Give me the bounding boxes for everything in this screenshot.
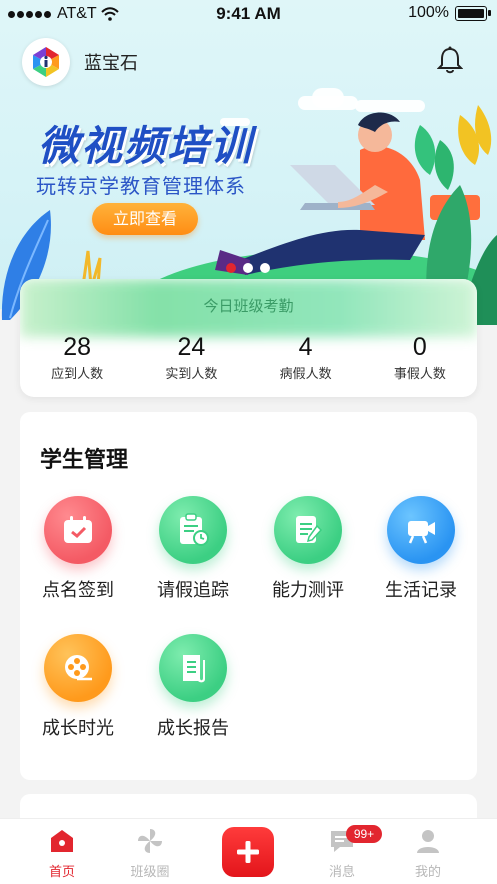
app-logo-icon[interactable] (22, 38, 70, 86)
plus-icon (237, 841, 259, 863)
report-scroll-icon (159, 634, 227, 702)
tab-home[interactable]: 首页 (22, 827, 102, 880)
growth-time-button[interactable]: 成长时光 (21, 634, 135, 740)
home-icon (51, 830, 73, 852)
calendar-check-icon (44, 496, 112, 564)
stat-label: 事假人数 (393, 367, 446, 382)
stat-label: 应到人数 (51, 367, 104, 382)
tab-label: 消息 (328, 865, 355, 880)
cloud-decoration (312, 88, 344, 108)
user-icon (417, 830, 439, 853)
tab-profile[interactable]: 我的 (388, 827, 468, 880)
pinwheel-icon (138, 829, 162, 853)
item-label: 成长报告 (157, 718, 229, 739)
battery-icon (455, 5, 491, 21)
student-management-card: 学生管理 点名签到 请假追踪 能力测评 生活记录 成长时光 成长报告 (20, 412, 477, 780)
camera-icon (387, 496, 455, 564)
item-label: 生活记录 (385, 580, 457, 601)
page-dot[interactable] (260, 263, 270, 273)
banner-headline: 微视频培训 (38, 122, 253, 170)
stat-value: 28 (63, 333, 92, 361)
bottom-tab-bar: 首页 班级圈 消息 99+ 我的 (0, 818, 497, 884)
clipboard-clock-icon (159, 496, 227, 564)
status-bar: AT&T 9:41 AM 100% (0, 0, 497, 28)
section-title: 学生管理 (40, 448, 129, 473)
page-dot[interactable] (226, 263, 236, 273)
add-button[interactable] (222, 827, 274, 877)
stat-present: 24 实到人数 (134, 333, 248, 382)
stat-label: 病假人数 (279, 367, 332, 382)
stat-expected: 28 应到人数 (20, 333, 134, 382)
growth-report-button[interactable]: 成长报告 (136, 634, 250, 740)
page-dot[interactable] (243, 263, 253, 273)
page-title: 蓝宝石 (84, 53, 138, 74)
banner-cta-button[interactable]: 立即查看 (92, 203, 198, 235)
stat-personal-leave: 0 事假人数 (363, 333, 477, 382)
leave-tracking-button[interactable]: 请假追踪 (136, 496, 250, 602)
roll-call-button[interactable]: 点名签到 (21, 496, 135, 602)
stat-value: 24 (177, 333, 206, 361)
stat-sick-leave: 4 病假人数 (249, 333, 363, 382)
item-label: 请假追踪 (157, 580, 229, 601)
life-record-button[interactable]: 生活记录 (364, 496, 478, 602)
item-label: 能力测评 (272, 580, 344, 601)
attendance-card[interactable]: 今日班级考勤 28 应到人数 24 实到人数 4 病假人数 0 事假人数 (20, 279, 477, 397)
stat-label: 实到人数 (165, 367, 218, 382)
bell-icon[interactable] (437, 46, 463, 74)
stat-value: 0 (412, 333, 427, 361)
tab-label: 我的 (414, 865, 441, 880)
banner-subtitle: 玩转京学教育管理体系 (36, 174, 246, 198)
stat-value: 4 (298, 333, 313, 361)
tab-label: 班级圈 (130, 865, 170, 880)
message-badge: 99+ (346, 825, 382, 843)
banner-page-indicator[interactable] (226, 263, 270, 273)
film-reel-icon (44, 634, 112, 702)
tab-class-circle[interactable]: 班级圈 (110, 827, 190, 880)
item-label: 成长时光 (42, 718, 114, 739)
document-edit-icon (274, 496, 342, 564)
tab-label: 首页 (48, 865, 75, 880)
ability-assessment-button[interactable]: 能力测评 (251, 496, 365, 602)
item-label: 点名签到 (42, 580, 114, 601)
attendance-title: 今日班级考勤 (203, 297, 294, 315)
battery-percent: 100% (408, 4, 449, 21)
app-header: 蓝宝石 (0, 34, 497, 88)
